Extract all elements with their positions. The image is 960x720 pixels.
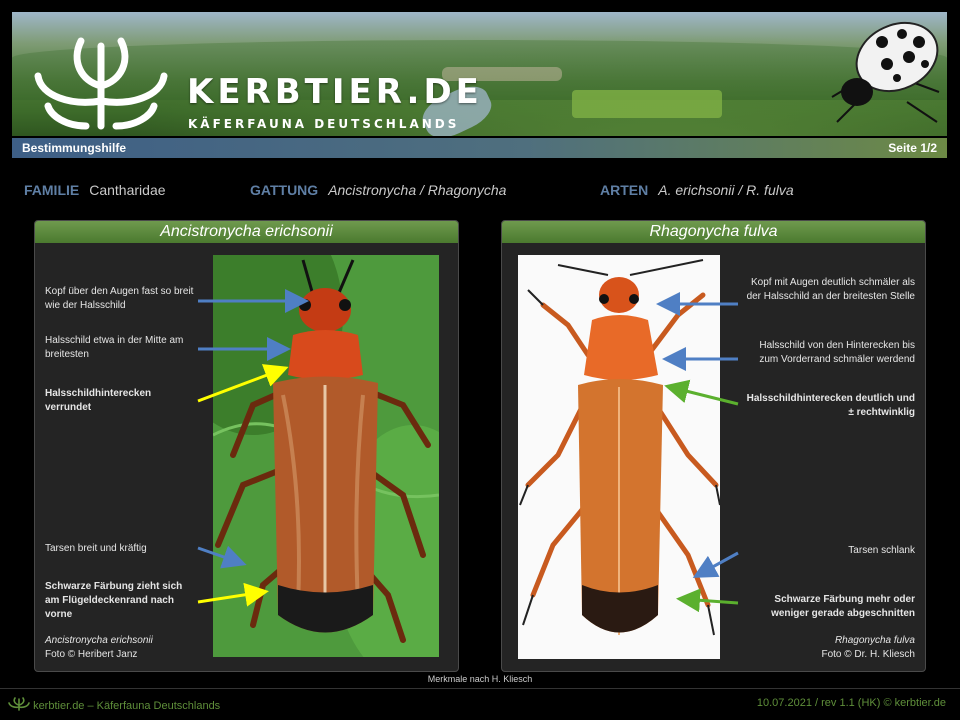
- note-left-hinterecken: Halsschildhinterecken verrundet: [45, 388, 152, 413]
- caption-right-photo-credit: Foto © Dr. H. Kliesch: [821, 649, 915, 660]
- logo-wordmark: KERBTIER.DE: [187, 72, 483, 112]
- note-right-kopf: Kopf mit Augen deutlich schmäler als der…: [746, 277, 915, 302]
- section-titlebar: Bestimmungshilfe Seite 1/2: [12, 138, 947, 158]
- beetle-icon: [831, 21, 940, 123]
- panel-title-right: Rhagonycha fulva: [502, 221, 925, 243]
- familie-value: Cantharidae: [89, 182, 166, 198]
- note-right-hinterecken: Halsschildhinterecken deutlich und ± rec…: [746, 393, 915, 418]
- gattung-label: GATTUNG: [250, 182, 319, 198]
- kerbtier-footer-logo-icon: [8, 697, 30, 711]
- beetle-photo-rhagonycha: [518, 255, 720, 659]
- footer-site-link[interactable]: kerbtier.de – Käferfauna Deutschlands: [33, 700, 220, 712]
- arten-label: ARTEN: [600, 182, 649, 198]
- caption-right: Rhagonycha fulva Foto © Dr. H. Kliesch: [742, 634, 915, 662]
- arten-value: A. erichsonii / R. fulva: [658, 182, 794, 198]
- page-number: Seite 1/2: [888, 141, 937, 155]
- species-panel-right: Rhagonycha fulva Kopf mit Augen deutlich…: [501, 220, 926, 672]
- features-credit: Merkmale nach H. Kliesch: [427, 674, 533, 684]
- note-right-faerbung: Schwarze Färbung mehr oder weniger gerad…: [771, 594, 915, 619]
- meta-gattung: GATTUNG Ancistronycha / Rhagonycha: [250, 182, 506, 198]
- footer-left: kerbtier.de – Käferfauna Deutschlands: [8, 697, 220, 712]
- note-left-tarsen: Tarsen breit und kräftig: [45, 543, 147, 554]
- meta-familie: FAMILIE Cantharidae: [24, 182, 166, 198]
- note-right-tarsen: Tarsen schlank: [848, 545, 915, 556]
- note-left-kopf: Kopf über den Augen fast so breit wie de…: [45, 286, 194, 311]
- footer-right: 10.07.2021 / rev 1.1 (HK) © kerbtier.de: [756, 697, 946, 709]
- caption-left-photo-credit: Foto © Heribert Janz: [45, 649, 138, 660]
- header-banner: KERBTIER.DE KÄFERFAUNA DEUTSCHLANDS: [12, 12, 947, 136]
- kerbtier-logo-icon[interactable]: [26, 26, 176, 134]
- caption-left: Ancistronycha erichsonii Foto © Heribert…: [45, 634, 215, 662]
- banner-landscape-field: [572, 90, 722, 118]
- logo-subtitle: KÄFERFAUNA DEUTSCHLANDS: [188, 117, 460, 131]
- familie-label: FAMILIE: [24, 182, 80, 198]
- footer-divider: [0, 688, 960, 689]
- caption-left-species: Ancistronycha erichsonii: [45, 635, 153, 646]
- note-right-halsschild: Halsschild von den Hinterecken bis zum V…: [759, 340, 915, 365]
- caption-right-species: Rhagonycha fulva: [834, 635, 915, 646]
- beetle-photo-ancistronycha: [213, 255, 439, 657]
- note-left-faerbung: Schwarze Färbung zieht sich am Flügeldec…: [45, 581, 183, 620]
- note-left-halsschild: Halsschild etwa in der Mitte am breitest…: [45, 335, 184, 360]
- meta-arten: ARTEN A. erichsonii / R. fulva: [600, 182, 794, 198]
- gattung-value: Ancistronycha / Rhagonycha: [328, 182, 507, 198]
- page-section-title: Bestimmungshilfe: [22, 141, 127, 155]
- species-panel-left: Ancistronycha erichsonii Kopf über den A…: [34, 220, 459, 672]
- panel-title-left: Ancistronycha erichsonii: [35, 221, 458, 243]
